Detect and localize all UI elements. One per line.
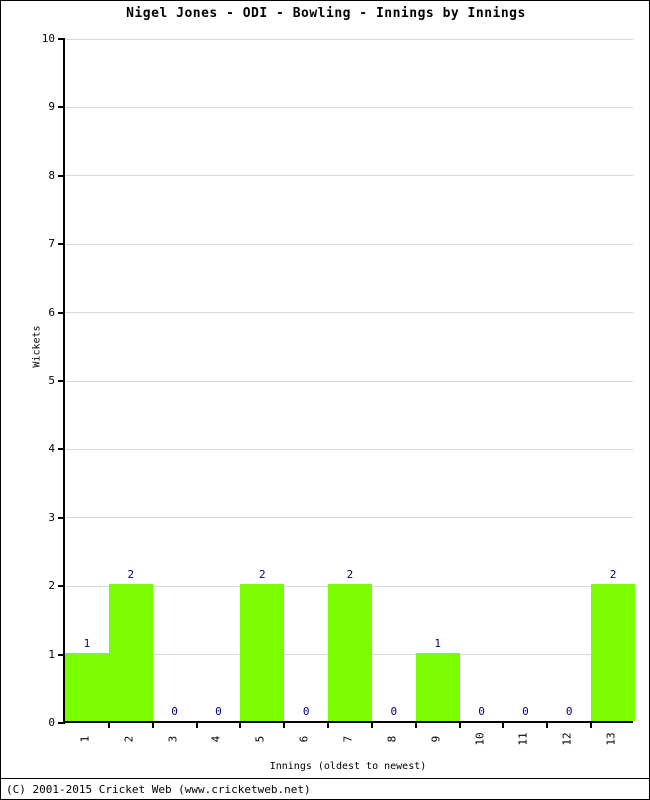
x-axis-tick-label: 3 bbox=[166, 735, 180, 743]
y-axis-tick-label: 2 bbox=[48, 579, 55, 593]
y-axis-tick bbox=[58, 380, 65, 382]
x-axis-tick-label: 5 bbox=[253, 735, 267, 743]
x-axis-label-cell: 1 bbox=[63, 727, 107, 761]
y-axis-tick bbox=[58, 653, 65, 656]
x-axis-tick-labels: 1 2 3 4 5 6 7 8 9 10 11 12 13 bbox=[63, 727, 633, 761]
x-axis-label-cell: 7 bbox=[326, 727, 370, 761]
y-axis-tick bbox=[58, 174, 65, 177]
x-axis-tick-label: 11 bbox=[516, 732, 530, 746]
plot-area: 1200202010002 bbox=[58, 38, 635, 728]
x-axis-tick-label: 1 bbox=[78, 735, 92, 743]
page-title: Nigel Jones - ODI - Bowling - Innings by… bbox=[126, 6, 526, 21]
y-axis-tick bbox=[58, 585, 65, 588]
y-axis-tick-label: 4 bbox=[48, 442, 55, 456]
footer-copyright: (C) 2001-2015 Cricket Web (www.cricketwe… bbox=[6, 783, 311, 796]
y-axis-tick bbox=[58, 106, 65, 109]
x-axis-tick-label: 6 bbox=[297, 735, 311, 743]
y-axis-tick-labels: 10 9 8 7 6 5 4 3 2 1 0 bbox=[9, 33, 55, 728]
x-axis-tick-label: 4 bbox=[209, 735, 223, 743]
y-axis-tick-label: 6 bbox=[48, 305, 55, 319]
x-axis-label-cell: 13 bbox=[589, 727, 633, 761]
x-axis-label-cell: 9 bbox=[414, 727, 458, 761]
x-axis-tick-label: 9 bbox=[429, 735, 443, 743]
x-axis-label-cell: 11 bbox=[501, 727, 545, 761]
x-axis-label-cell: 4 bbox=[195, 727, 239, 761]
x-axis-tick-label: 12 bbox=[560, 732, 574, 746]
y-axis-tick-label: 3 bbox=[48, 510, 55, 524]
x-axis-tick-label: 2 bbox=[122, 735, 136, 743]
x-axis-label-cell: 6 bbox=[282, 727, 326, 761]
y-axis-tick-label: 7 bbox=[48, 237, 55, 251]
y-axis-tick-label: 8 bbox=[48, 168, 55, 182]
x-axis-ticks bbox=[65, 39, 633, 728]
y-axis-tick bbox=[58, 243, 65, 246]
x-axis-label-cell: 5 bbox=[238, 727, 282, 761]
x-axis-tick-label: 7 bbox=[341, 735, 355, 743]
x-axis-tick-label: 10 bbox=[473, 732, 487, 746]
x-axis-label-cell: 10 bbox=[458, 727, 502, 761]
x-axis-tick-label: 13 bbox=[604, 732, 618, 746]
chart-page: Nigel Jones - ODI - Bowling - Innings by… bbox=[0, 0, 650, 800]
x-axis-tick-label: 8 bbox=[385, 735, 399, 743]
y-axis-tick-label: 1 bbox=[48, 647, 55, 661]
x-axis-label-cell: 2 bbox=[107, 727, 151, 761]
y-axis-tick bbox=[58, 38, 65, 40]
y-axis-tick-label: 0 bbox=[48, 716, 55, 729]
y-axis-tick bbox=[58, 516, 65, 519]
x-axis-title: Innings (oldest to newest) bbox=[269, 761, 427, 772]
x-axis-label-cell: 8 bbox=[370, 727, 414, 761]
y-axis-tick bbox=[58, 448, 65, 451]
y-axis-tick-label: 9 bbox=[48, 100, 55, 114]
y-axis-tick-label: 5 bbox=[48, 374, 55, 387]
x-axis-label-cell: 12 bbox=[545, 727, 589, 761]
footer-divider bbox=[1, 778, 649, 779]
y-axis-tick bbox=[58, 311, 65, 314]
x-axis-label-cell: 3 bbox=[151, 727, 195, 761]
y-axis-tick bbox=[58, 722, 65, 724]
y-axis-tick-label: 10 bbox=[41, 32, 55, 45]
